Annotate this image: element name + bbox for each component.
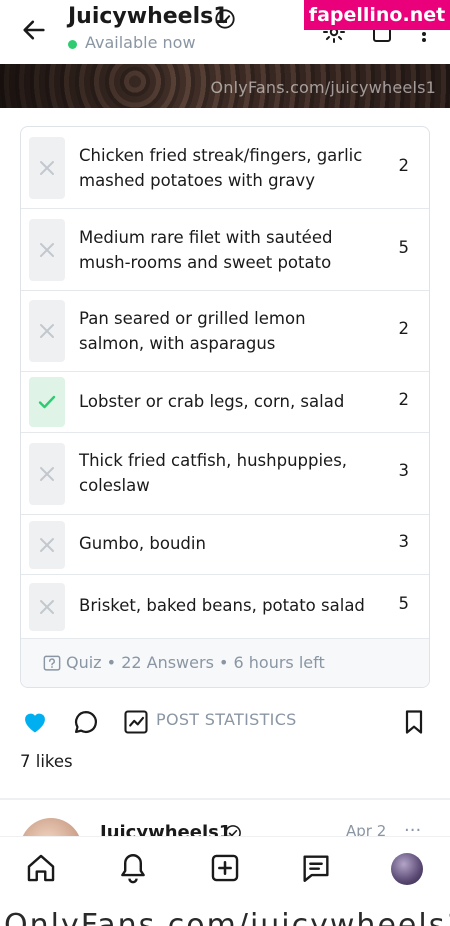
home-icon[interactable] xyxy=(24,851,58,885)
quiz-option[interactable]: Medium rare filet with sautéed mush-room… xyxy=(21,209,429,291)
quiz-option[interactable]: Chicken fried streak/fingers, garlic mas… xyxy=(21,127,429,209)
close-icon xyxy=(40,324,54,338)
statistics-icon[interactable] xyxy=(122,708,150,736)
option-status-box xyxy=(29,137,65,199)
plus-icon[interactable] xyxy=(208,851,242,885)
back-arrow-icon[interactable] xyxy=(20,16,48,44)
quiz-option[interactable]: Pan seared or grilled lemon salmon, with… xyxy=(21,291,429,372)
watermark-badge: fapellino.net xyxy=(304,0,450,30)
quiz-option-correct[interactable]: Lobster or crab legs, corn, salad 2 xyxy=(21,372,429,433)
quiz-option[interactable]: Brisket, baked beans, potato salad 5 xyxy=(21,575,429,639)
quiz-card: Chicken fried streak/fingers, garlic mas… xyxy=(20,126,430,688)
avatar[interactable] xyxy=(20,818,82,836)
quiz-icon xyxy=(43,655,61,671)
option-text: Lobster or crab legs, corn, salad xyxy=(79,392,345,411)
option-status-box xyxy=(29,377,65,427)
post-image-banner[interactable]: OnlyFans.com/juicywheels1 xyxy=(0,64,450,108)
option-count: 2 xyxy=(398,156,410,175)
option-count: 3 xyxy=(398,461,410,480)
next-post-header: Juicywheels1 Apr 2 ··· xyxy=(0,800,450,836)
option-text: Brisket, baked beans, potato salad xyxy=(79,596,365,615)
quiz-option[interactable]: Gumbo, boudin 3 xyxy=(21,515,429,575)
option-status-box xyxy=(29,443,65,505)
profile-avatar[interactable] xyxy=(391,853,423,885)
option-status-box xyxy=(29,521,65,569)
close-icon xyxy=(40,243,54,257)
option-count: 5 xyxy=(398,238,410,257)
option-text: Medium rare filet with sautéed mush-room… xyxy=(79,228,333,272)
profile-name[interactable]: Juicywheels1 xyxy=(68,4,229,29)
banner-watermark-text: OnlyFans.com/juicywheels1 xyxy=(210,78,436,97)
option-text: Thick fried catfish, hushpuppies, colesl… xyxy=(79,451,348,495)
option-status-box xyxy=(29,219,65,281)
bottom-watermark-text: OnlyFans.com/juicywheels1 xyxy=(4,908,450,926)
next-post-date: Apr 2 xyxy=(346,822,387,836)
bell-icon[interactable] xyxy=(116,851,150,885)
close-icon xyxy=(40,600,54,614)
more-options-icon[interactable]: ··· xyxy=(404,820,421,836)
top-bar: Juicywheels1 Available now fapellino.net xyxy=(0,0,450,64)
quiz-meta: Quiz • 22 Answers • 6 hours left xyxy=(66,653,325,672)
verified-badge-icon xyxy=(215,9,235,29)
online-status-dot xyxy=(68,40,77,49)
option-count: 2 xyxy=(398,390,410,409)
option-status-box xyxy=(29,583,65,631)
availability-status: Available now xyxy=(85,33,196,52)
likes-count[interactable]: 7 likes xyxy=(20,752,73,771)
option-count: 3 xyxy=(398,532,410,551)
close-icon xyxy=(40,467,54,481)
option-text: Chicken fried streak/fingers, garlic mas… xyxy=(79,146,363,190)
quiz-option[interactable]: Thick fried catfish, hushpuppies, colesl… xyxy=(21,433,429,515)
comment-icon[interactable] xyxy=(72,708,100,736)
heart-icon[interactable] xyxy=(21,708,49,736)
post-actions: POST STATISTICS xyxy=(0,700,450,744)
option-status-box xyxy=(29,300,65,362)
option-text: Gumbo, boudin xyxy=(79,534,206,553)
option-count: 5 xyxy=(398,594,410,613)
quiz-footer: Quiz • 22 Answers • 6 hours left xyxy=(21,639,429,687)
option-count: 2 xyxy=(398,319,410,338)
post-statistics-button[interactable]: POST STATISTICS xyxy=(156,710,297,729)
next-post-author[interactable]: Juicywheels1 xyxy=(100,822,231,836)
bottom-navigation xyxy=(0,836,450,902)
bookmark-icon[interactable] xyxy=(400,708,428,736)
messages-icon[interactable] xyxy=(299,851,333,885)
close-icon xyxy=(40,538,54,552)
checkmark-icon xyxy=(38,395,56,409)
option-text: Pan seared or grilled lemon salmon, with… xyxy=(79,309,306,353)
verified-badge-icon xyxy=(225,825,241,836)
close-icon xyxy=(40,161,54,175)
